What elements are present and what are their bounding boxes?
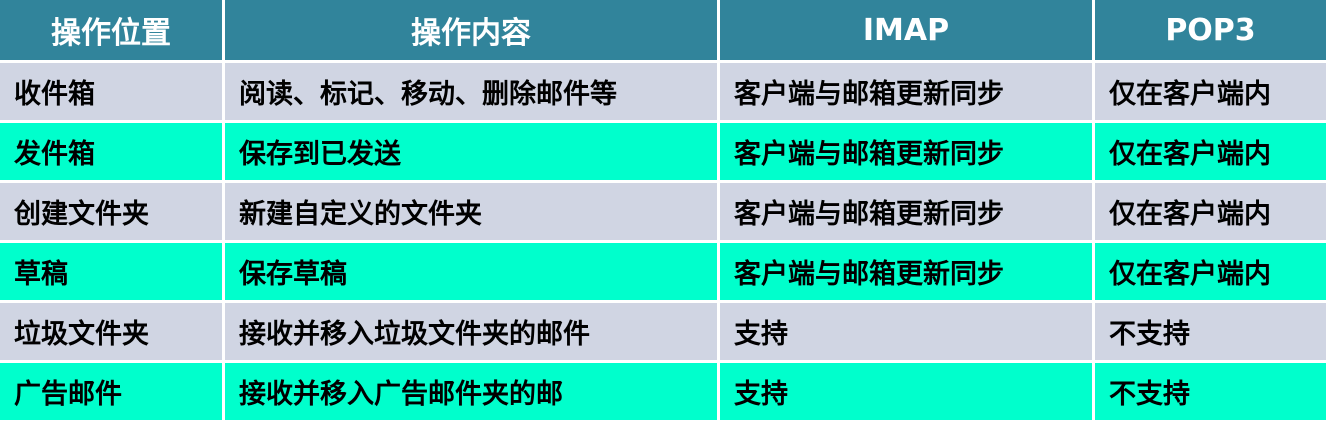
table-row: 收件箱 阅读、标记、移动、删除邮件等 客户端与邮箱更新同步 仅在客户端内 [0, 63, 1326, 120]
cell-imap: 支持 [720, 363, 1095, 420]
cell-operation-location: 草稿 [0, 243, 225, 300]
table-row: 垃圾文件夹 接收并移入垃圾文件夹的邮件 支持 不支持 [0, 303, 1326, 360]
cell-operation-content: 新建自定义的文件夹 [225, 183, 720, 240]
cell-pop3: 不支持 [1095, 363, 1326, 420]
table-row: 广告邮件 接收并移入广告邮件夹的邮 支持 不支持 [0, 363, 1326, 420]
imap-pop3-comparison-table: 操作位置 操作内容 IMAP POP3 收件箱 阅读、标记、移动、删除邮件等 客… [0, 0, 1326, 425]
header-cell-imap: IMAP [720, 0, 1095, 60]
cell-operation-content: 保存到已发送 [225, 123, 720, 180]
table-row: 创建文件夹 新建自定义的文件夹 客户端与邮箱更新同步 仅在客户端内 [0, 183, 1326, 240]
cell-operation-content: 阅读、标记、移动、删除邮件等 [225, 63, 720, 120]
cell-imap: 客户端与邮箱更新同步 [720, 123, 1095, 180]
cell-operation-location: 收件箱 [0, 63, 225, 120]
cell-pop3: 不支持 [1095, 303, 1326, 360]
cell-operation-content: 保存草稿 [225, 243, 720, 300]
cell-operation-content: 接收并移入垃圾文件夹的邮件 [225, 303, 720, 360]
cell-operation-location: 垃圾文件夹 [0, 303, 225, 360]
cell-operation-location: 创建文件夹 [0, 183, 225, 240]
header-cell-operation-content: 操作内容 [225, 0, 720, 60]
table-header-row: 操作位置 操作内容 IMAP POP3 [0, 0, 1326, 60]
header-cell-pop3: POP3 [1095, 0, 1326, 60]
cell-pop3: 仅在客户端内 [1095, 243, 1326, 300]
cell-imap: 支持 [720, 303, 1095, 360]
table-row: 草稿 保存草稿 客户端与邮箱更新同步 仅在客户端内 [0, 243, 1326, 300]
table-row: 发件箱 保存到已发送 客户端与邮箱更新同步 仅在客户端内 [0, 123, 1326, 180]
header-cell-operation-location: 操作位置 [0, 0, 225, 60]
cell-operation-location: 发件箱 [0, 123, 225, 180]
cell-pop3: 仅在客户端内 [1095, 63, 1326, 120]
cell-pop3: 仅在客户端内 [1095, 183, 1326, 240]
cell-imap: 客户端与邮箱更新同步 [720, 243, 1095, 300]
cell-imap: 客户端与邮箱更新同步 [720, 63, 1095, 120]
cell-pop3: 仅在客户端内 [1095, 123, 1326, 180]
cell-operation-location: 广告邮件 [0, 363, 225, 420]
cell-imap: 客户端与邮箱更新同步 [720, 183, 1095, 240]
cell-operation-content: 接收并移入广告邮件夹的邮 [225, 363, 720, 420]
